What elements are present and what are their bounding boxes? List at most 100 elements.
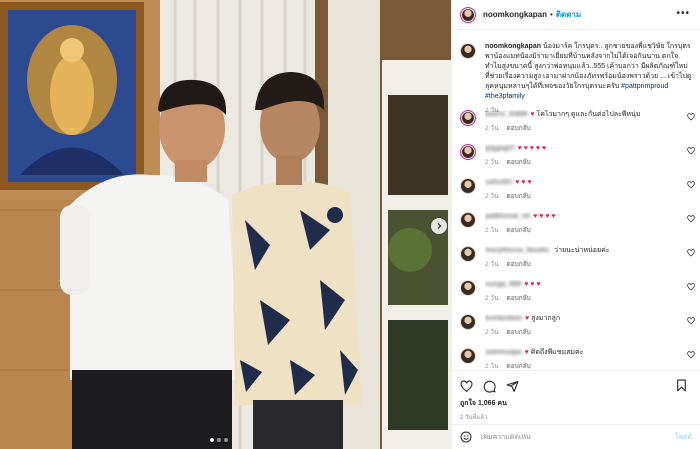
caption-text: noomkongkapan น้องมาร์ค ใกรบุตร.. ลูกชาย… [485, 42, 692, 102]
post-comment-button[interactable]: โพสต์ [675, 432, 692, 443]
post-header: noomkongkapan • ติดตาม ••• [452, 0, 700, 30]
comment-username[interactable]: sunga_888 [485, 281, 521, 288]
reply-button[interactable]: ตอบกลับ [507, 295, 531, 302]
comment-username[interactable]: salix201 [485, 179, 512, 186]
comment-username[interactable]: giggagirl [485, 145, 515, 152]
caption: noomkongkapan น้องมาร์ค ใกรบุตร.. ลูกชาย… [452, 30, 700, 115]
comment-item: salix201 ♥ ♥ ♥ 2 วัน ตอบกลับ [460, 178, 695, 201]
reply-button[interactable]: ตอบกลับ [507, 193, 531, 200]
avatar[interactable] [460, 110, 476, 126]
carousel-next-button[interactable] [431, 218, 447, 234]
post-side-panel: noomkongkapan • ติดตาม ••• noomkongkapan… [451, 0, 700, 449]
comment-hearts: ♥ ♥ ♥ ♥ [533, 213, 556, 220]
comment-meta: 2 วัน ตอบกลับ [485, 327, 675, 337]
comment-username[interactable]: sammuapa [485, 349, 522, 356]
comment-meta: 2 วัน ตอบกลับ [485, 157, 675, 167]
reply-button[interactable]: ตอบกลับ [507, 363, 531, 370]
comment-body: คิดถึงพี่แชมสมค่ะ [530, 349, 584, 356]
comment-time: 2 วัน [485, 227, 499, 234]
comment-like-icon[interactable] [687, 317, 695, 325]
carousel-dot [210, 438, 214, 442]
avatar[interactable] [460, 144, 476, 160]
avatar[interactable] [460, 178, 476, 194]
comment-like-icon[interactable] [687, 215, 695, 223]
reply-button[interactable]: ตอบกลับ [507, 227, 531, 234]
action-bar: ถูกใจ 1,066 คน 2 วันที่แล้ว [452, 370, 700, 422]
more-icon[interactable]: ••• [676, 9, 690, 19]
comment-time: 2 วัน [485, 295, 499, 302]
comment-text: morpheusa_fanatic ว่ายนะน่าหน่อยค่ะ [485, 246, 675, 256]
comment-hearts: ♥ ♥ ♥ [515, 179, 532, 186]
comment-time: 2 วัน [485, 363, 499, 370]
comment-hearts: ♥ [524, 349, 529, 356]
comment-item: sunga_888 ♥ ♥ ♥ 2 วัน ตอบกลับ [460, 280, 695, 303]
reply-button[interactable]: ตอบกลับ [507, 261, 531, 268]
emoji-icon[interactable] [460, 431, 472, 443]
comment-time: 2 วัน [485, 329, 499, 336]
comment-username[interactable]: kunlarakan [485, 315, 522, 322]
chevron-right-icon [437, 223, 442, 229]
posted-time: 2 วันที่แล้ว [460, 415, 488, 421]
comment-hearts: ♥ [524, 315, 530, 322]
separator: • [550, 10, 553, 19]
comment-time: 2 วัน [485, 193, 499, 200]
add-comment-bar: โพสต์ [452, 424, 700, 449]
avatar[interactable] [460, 6, 476, 23]
comment-like-icon[interactable] [687, 147, 695, 155]
comments-scroll-area[interactable]: noomkongkapan น้องมาร์ค ใกรบุตร.. ลูกชาย… [452, 30, 700, 370]
comment-text: kunlarakan ♥ สูงมากลูก [485, 314, 675, 324]
comment-body: โคไวมากๆ ดูและกันต่อไปละพี่หนุ่ม [536, 111, 641, 118]
comment-text: patkhonal_nk ♥ ♥ ♥ ♥ [485, 212, 675, 222]
comment-body: ว่ายนะน่าหน่อยค่ะ [554, 247, 610, 254]
save-icon[interactable] [675, 379, 688, 392]
avatar[interactable] [460, 348, 476, 364]
comment-like-icon[interactable] [687, 351, 695, 359]
like-icon[interactable] [460, 379, 473, 393]
like-count[interactable]: ถูกใจ 1,066 คน [460, 398, 692, 409]
comment-item: sammuapa ♥ คิดถึงพี่แชมสมค่ะ 2 วัน ตอบกลับ [460, 348, 695, 370]
comment-like-icon[interactable] [687, 181, 695, 189]
share-icon[interactable] [506, 380, 519, 393]
add-comment-input[interactable] [481, 433, 651, 441]
follow-button[interactable]: ติดตาม [556, 8, 581, 21]
comment-hearts: ♥ [530, 111, 535, 118]
author-username[interactable]: noomkongkapan [483, 10, 547, 19]
comment-text: sammuapa ♥ คิดถึงพี่แชมสมค่ะ [485, 348, 675, 358]
post-photo[interactable] [0, 0, 451, 449]
reply-button[interactable]: ตอบกลับ [507, 159, 531, 166]
reply-button[interactable]: ตอบกลับ [507, 125, 531, 132]
carousel-dot [217, 438, 221, 442]
comment-item: kaoriz_th888 ♥ โคไวมากๆ ดูและกันต่อไปละพี… [460, 110, 695, 133]
comment-time: 2 วัน [485, 125, 499, 132]
comment-like-icon[interactable] [687, 249, 695, 257]
reply-button[interactable]: ตอบกลับ [507, 329, 531, 336]
avatar[interactable] [460, 314, 476, 330]
carousel-dot [224, 438, 228, 442]
comment-hearts: ♥ ♥ ♥ [524, 281, 541, 288]
carousel-dots [210, 438, 228, 442]
comment-item: giggagirl ♥ ♥ ♥ ♥ ♥ 2 วัน ตอบกลับ [460, 144, 695, 167]
comment-body: สูงมากลูก [531, 315, 561, 322]
comment-time: 2 วัน [485, 159, 499, 166]
comment-item: patkhonal_nk ♥ ♥ ♥ ♥ 2 วัน ตอบกลับ [460, 212, 695, 235]
comment-text: giggagirl ♥ ♥ ♥ ♥ ♥ [485, 144, 675, 154]
avatar[interactable] [460, 246, 476, 262]
avatar[interactable] [460, 43, 476, 59]
comment-hearts: ♥ ♥ ♥ ♥ ♥ [517, 145, 547, 152]
comment-username[interactable]: patkhonal_nk [485, 213, 530, 220]
comment-meta: 2 วัน ตอบกลับ [485, 123, 675, 133]
comment-meta: 2 วัน ตอบกลับ [485, 191, 675, 201]
comment-username[interactable]: kaoriz_th888 [485, 111, 527, 118]
caption-username[interactable]: noomkongkapan [485, 43, 541, 50]
comment-item: kunlarakan ♥ สูงมากลูก 2 วัน ตอบกลับ [460, 314, 695, 337]
comment-username[interactable]: morpheusa_fanatic [485, 247, 549, 254]
comment-text: salix201 ♥ ♥ ♥ [485, 178, 675, 188]
comment-icon[interactable] [483, 380, 496, 393]
comment-meta: 2 วัน ตอบกลับ [485, 361, 675, 370]
comment-like-icon[interactable] [687, 113, 695, 121]
comment-text: sunga_888 ♥ ♥ ♥ [485, 280, 675, 290]
comment-meta: 2 วัน ตอบกลับ [485, 225, 675, 235]
avatar[interactable] [460, 212, 476, 228]
avatar[interactable] [460, 280, 476, 296]
comment-like-icon[interactable] [687, 283, 695, 291]
